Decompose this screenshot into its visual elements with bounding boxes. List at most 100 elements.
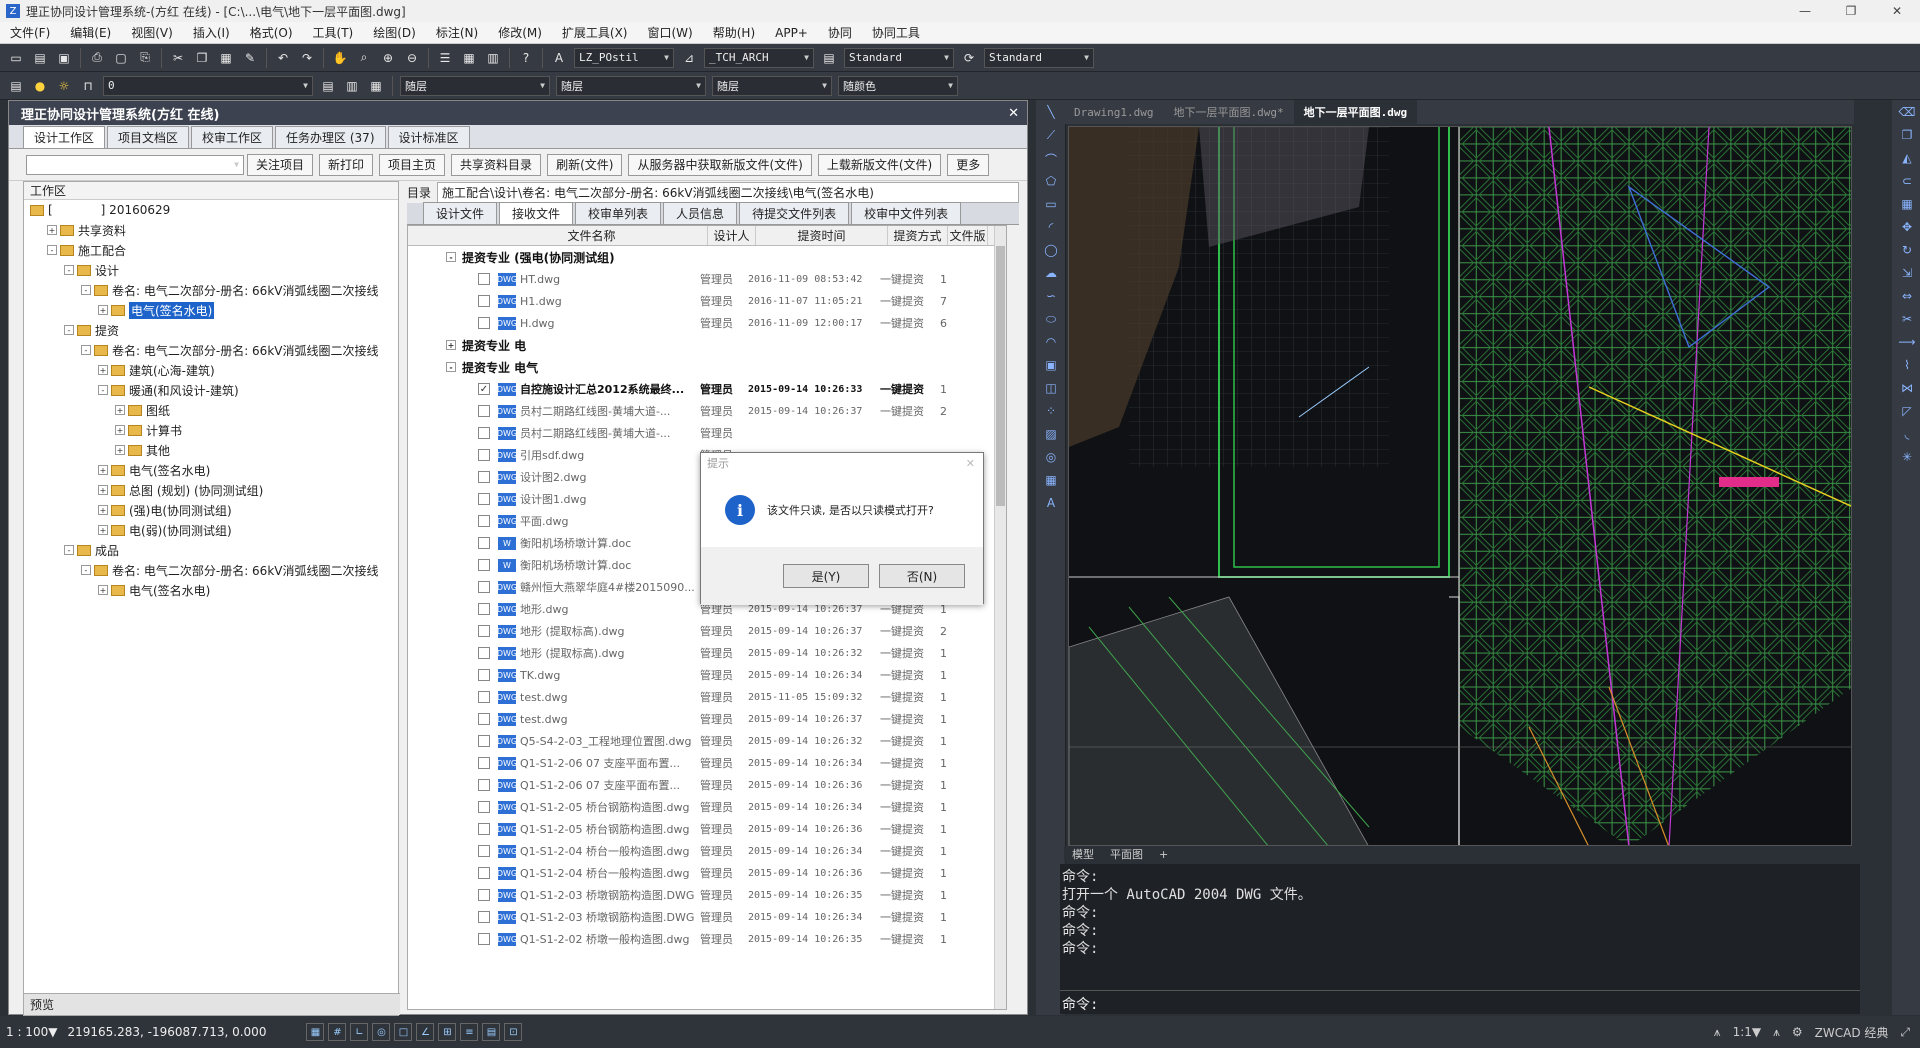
tree-expander[interactable]: - <box>81 285 91 295</box>
mirror-icon[interactable]: ◭ <box>1898 151 1916 169</box>
grid-icon[interactable]: # <box>328 1023 347 1041</box>
tree-expander[interactable]: - <box>81 565 91 575</box>
drawing-canvas[interactable] <box>1068 126 1852 846</box>
scale-readout[interactable]: 1 : 100▼ <box>6 1025 57 1039</box>
scale-icon[interactable]: ⇲ <box>1898 266 1916 284</box>
offset-icon[interactable]: ⊂ <box>1898 174 1916 192</box>
grid-column-header[interactable]: 提资时间 <box>756 226 888 245</box>
drawing-tab[interactable]: 地下一层平面图.dwg <box>1293 100 1418 124</box>
revcloud-icon[interactable]: ☁ <box>1042 266 1060 284</box>
tree-expander[interactable]: + <box>47 225 57 235</box>
erase-icon[interactable]: ⌫ <box>1898 105 1916 123</box>
ortho-icon[interactable]: ∟ <box>350 1023 369 1041</box>
row-checkbox[interactable] <box>478 933 490 945</box>
row-checkbox[interactable] <box>478 493 490 505</box>
snap-icon[interactable]: ▦ <box>306 1023 325 1041</box>
lineweight-combo[interactable]: 随层 <box>712 75 832 96</box>
design-center-icon[interactable]: ▦ <box>459 48 479 68</box>
close-button[interactable]: ✕ <box>1874 0 1920 22</box>
preview-icon[interactable]: ▢ <box>111 48 131 68</box>
tree-node[interactable]: + (强)电(协同测试组) <box>24 500 398 520</box>
table-row[interactable]: ✓ DWG 自控施设计汇总2012系统最终... 管理员 2015-09-14 10:2… <box>408 378 1006 400</box>
file-tab[interactable]: 设计文件 <box>423 202 498 224</box>
row-checkbox[interactable] <box>478 537 490 549</box>
menu-item[interactable]: 帮助(H) <box>703 24 765 41</box>
table-row[interactable]: DWG HT.dwg 管理员 2016-11-09 08:53:42 一键提资 1 <box>408 268 1006 290</box>
panel-tab[interactable]: 项目文档区 <box>107 126 190 148</box>
table-row[interactable]: DWG Q1-S1-2-02 桥墩一般构造图.dwg 管理员 2015-09-14 1… <box>408 928 1006 950</box>
workspace-gear-icon[interactable]: ⚙ <box>1792 1025 1803 1039</box>
tree-node[interactable]: + 电气(签名水电) <box>24 580 398 600</box>
annotation-visibility-icon[interactable]: ⩚ <box>1773 1025 1780 1040</box>
mtext-icon[interactable]: A <box>1042 496 1060 514</box>
tree-node[interactable]: - 提资 <box>24 320 398 340</box>
yes-button[interactable]: 是(Y) <box>783 564 869 588</box>
ellipse-icon[interactable]: ⬭ <box>1042 312 1060 330</box>
tree-expander[interactable]: + <box>98 525 108 535</box>
stretch-icon[interactable]: ⇔ <box>1898 289 1916 307</box>
undo-icon[interactable]: ↶ <box>273 48 293 68</box>
group-row[interactable]: - 提资专业 电气 <box>408 356 1006 378</box>
sun-icon[interactable]: ☼ <box>54 76 74 96</box>
linetype-combo[interactable]: 随层 <box>556 75 706 96</box>
table-row[interactable]: DWG Q1-S1-2-03 桥墩钢筋构造图.DWG 管理员 2015-09-14 1… <box>408 906 1006 928</box>
tree-expander[interactable]: + <box>98 585 108 595</box>
tree-expander[interactable]: + <box>98 365 108 375</box>
grid-scrollbar[interactable] <box>994 226 1006 1009</box>
cut-icon[interactable]: ✂ <box>168 48 188 68</box>
tree-node[interactable]: + 图纸 <box>24 400 398 420</box>
grid-column-header[interactable]: 文件版 <box>948 226 988 245</box>
region-icon[interactable]: ◎ <box>1042 450 1060 468</box>
dialog-close-button[interactable]: ✕ <box>966 457 975 470</box>
copy-icon[interactable]: ❐ <box>192 48 212 68</box>
row-checkbox[interactable] <box>478 405 490 417</box>
layout-tab[interactable]: 平面图 <box>1102 846 1151 862</box>
rectangle-icon[interactable]: ▭ <box>1042 197 1060 215</box>
table-row[interactable]: DWG Q1-S1-2-05 桥台钢筋构造图.dwg 管理员 2015-09-14 1… <box>408 818 1006 840</box>
tree-expander[interactable]: + <box>98 305 108 315</box>
tree-node[interactable]: - 暖通(和风设计-建筑) <box>24 380 398 400</box>
layer-state-icon[interactable]: ▦ <box>366 76 386 96</box>
tree-expander[interactable]: - <box>81 345 91 355</box>
tree-node[interactable]: + 电气(签名水电) <box>24 460 398 480</box>
explode-icon[interactable]: ✳ <box>1898 450 1916 468</box>
polygon-icon[interactable]: ⬠ <box>1042 174 1060 192</box>
table-row[interactable]: DWG 员村二期路红线图-黄埔大道-... 管理员 <box>408 422 1006 444</box>
drawing-tab[interactable]: Drawing1.dwg <box>1064 100 1163 124</box>
table-row[interactable]: DWG Q1-S1-2-06 07 支座平面布置... 管理员 2015-09-14 … <box>408 752 1006 774</box>
panel-button[interactable]: 项目主页 <box>379 153 446 176</box>
row-checkbox[interactable] <box>478 603 490 615</box>
table-row[interactable]: DWG Q5-S4-2-03_工程地理位置图.dwg 管理员 2015-09-14 1… <box>408 730 1006 752</box>
dyn-icon[interactable]: ⊞ <box>438 1023 457 1041</box>
menu-item[interactable]: 绘图(D) <box>363 24 426 41</box>
table-style-combo[interactable]: Standard <box>984 47 1094 68</box>
panel-close-button[interactable]: ✕ <box>1008 106 1019 121</box>
annotation-scale[interactable]: 1:1▼ <box>1733 1025 1762 1039</box>
maximize-button[interactable]: ❐ <box>1828 0 1874 22</box>
tool-palette-icon[interactable]: ▥ <box>483 48 503 68</box>
break-icon[interactable]: ⌇ <box>1898 358 1916 376</box>
save-icon[interactable]: ▣ <box>54 48 74 68</box>
trim-icon[interactable]: ✂ <box>1898 312 1916 330</box>
row-checkbox[interactable] <box>478 757 490 769</box>
row-checkbox[interactable] <box>478 845 490 857</box>
panel-tab[interactable]: 校审工作区 <box>191 126 274 148</box>
table-row[interactable]: DWG Q1-S1-2-06 07 支座平面布置... 管理员 2015-09-14 … <box>408 774 1006 796</box>
tree-node[interactable]: + 总图 (规划) (协同测试组) <box>24 480 398 500</box>
text-style-combo[interactable]: LZ_POstil <box>574 47 674 68</box>
tree-expander[interactable]: + <box>115 445 125 455</box>
tree-expander[interactable]: - <box>64 265 74 275</box>
fullscreen-icon[interactable]: ⤢ <box>1900 1025 1910 1040</box>
dim-style-combo[interactable]: Standard <box>844 47 954 68</box>
menu-item[interactable]: 编辑(E) <box>60 24 121 41</box>
menu-item[interactable]: 修改(M) <box>488 24 552 41</box>
otrack-icon[interactable]: ∠ <box>416 1023 435 1041</box>
row-checkbox[interactable] <box>478 427 490 439</box>
minimize-button[interactable]: — <box>1782 0 1828 22</box>
grid-column-header[interactable]: 文件名称 <box>476 226 708 245</box>
tree-expander[interactable]: + <box>115 405 125 415</box>
panel-tab[interactable]: 设计工作区 <box>23 126 106 148</box>
make-block-icon[interactable]: ◫ <box>1042 381 1060 399</box>
pan-icon[interactable]: ✋ <box>330 48 350 68</box>
table-row[interactable]: DWG 员村二期路红线图-黄埔大道-... 管理员 2015-09-14 10:26:… <box>408 400 1006 422</box>
